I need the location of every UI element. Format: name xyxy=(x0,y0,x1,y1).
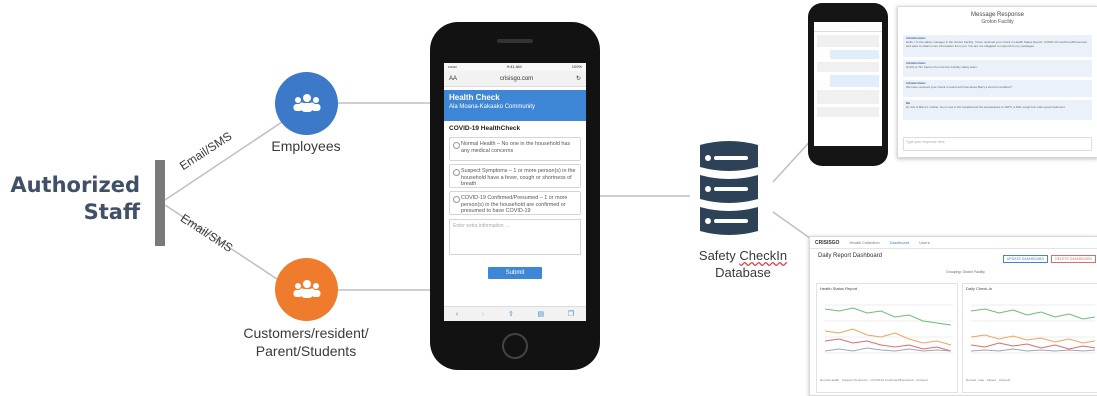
legend-item: COVID-19 Confirmed/Presumed xyxy=(870,378,914,382)
url-bar[interactable]: AA crisisgo.com ↻ xyxy=(444,71,586,87)
message-response-panel: Message Response Groton Facility Adminis… xyxy=(897,6,1097,158)
grouping-filter[interactable]: Grouping: Groton Facility xyxy=(946,270,985,274)
header-title: Health Check xyxy=(449,93,500,102)
panel-title: Daily Check-In xyxy=(966,286,993,291)
status-time: 9:41 AM xyxy=(506,64,522,69)
text-size-button[interactable]: AA xyxy=(449,76,457,82)
update-dashboard-button[interactable]: UPDATE DASHBOARD xyxy=(1002,255,1048,263)
employees-node xyxy=(275,72,338,135)
legend-item: Late xyxy=(978,378,985,382)
legend-item: Normal xyxy=(966,378,976,382)
forward-icon[interactable]: › xyxy=(482,311,484,318)
legend-item: Unreport xyxy=(998,378,1011,382)
url-text: crisisgo.com xyxy=(499,75,534,82)
submit-button[interactable]: Submit xyxy=(488,267,542,279)
grouping-value: Groton Facility xyxy=(962,270,985,274)
nav-item-health-collection[interactable]: Health Collection xyxy=(849,240,879,245)
option-suspect-symptoms[interactable]: Suspect Symptoms – 1 or more person(s) i… xyxy=(449,164,581,188)
database-caption-line1: Safety CheckIn xyxy=(688,247,798,264)
chat-bubble xyxy=(817,90,879,104)
chat-bubble xyxy=(830,50,879,59)
legend-item: Unreport xyxy=(916,378,928,382)
message-text: Hi this is Tim Carson from Groton Facili… xyxy=(906,65,978,69)
small-phone-screen: … xyxy=(814,22,882,146)
employees-label: Employees xyxy=(271,138,341,154)
chat-bubble xyxy=(817,107,879,117)
customers-label-line1: Customers/resident/ xyxy=(243,325,369,341)
health-check-header: Health Check Ala Moana-Kakaako Community xyxy=(444,90,586,121)
group-icon xyxy=(293,279,320,298)
series-late xyxy=(970,334,1096,344)
response-input[interactable]: Type your response here xyxy=(903,137,1092,151)
group-icon xyxy=(293,93,320,112)
message-item: Me Hi, this is Barry's mother. He is now… xyxy=(903,100,1092,120)
status-bar: •••oo 9:41 AM 100% xyxy=(444,63,586,71)
message-text: We have received your check in result an… xyxy=(906,85,1012,89)
section-title: COVID-19 HealthCheck xyxy=(449,125,521,132)
message-text: Hi, this is Barry's mother. He is now in… xyxy=(906,105,1066,109)
chart-legend: Normal Health · Suspect Symptoms · COVID… xyxy=(820,378,928,382)
message-response-subtitle: Groton Facility xyxy=(981,19,1014,25)
message-text: Hello, I'm the safety manager in the Gro… xyxy=(906,40,1087,48)
customers-label-line2: Parent/Students xyxy=(255,343,357,359)
message-item: Administrator Hello, I'm the safety mana… xyxy=(903,35,1092,57)
database-caption: Safety CheckIn Database xyxy=(688,247,798,281)
option-covid-confirmed[interactable]: COVID-19 Confirmed/Presumed – 1 or more … xyxy=(449,191,581,215)
header-subtitle: Ala Moana-Kakaako Community xyxy=(449,104,536,110)
chat-header: … xyxy=(814,22,882,32)
customers-label: Customers/resident/ Parent/Students xyxy=(230,324,382,360)
nav-item-dashboard[interactable]: Dashboard xyxy=(890,240,910,245)
dashboard-logo: CRISISGO xyxy=(815,239,840,246)
legend-item: Absent xyxy=(986,378,997,382)
health-status-panel: Health Status Report Normal Health · Sus… xyxy=(816,283,958,393)
delete-dashboard-button[interactable]: DELETE DASHBOARD xyxy=(1051,255,1096,263)
customers-node xyxy=(275,258,338,321)
database-caption-line2: Database xyxy=(715,265,771,280)
series-unreport xyxy=(970,348,1096,352)
phone-screen: •••oo 9:41 AM 100% AA crisisgo.com ↻ Hea… xyxy=(444,63,586,321)
chat-bubble xyxy=(817,62,879,72)
caption-word-safety: Safety xyxy=(698,248,740,263)
option-normal-health[interactable]: Normal Health – No one in the household … xyxy=(449,137,581,161)
message-item: Administrator Hi this is Tim Carson from… xyxy=(903,60,1092,77)
daily-report-dashboard: CRISISGO Health Collection Dashboard Use… xyxy=(809,236,1097,396)
chart-legend: Normal · Late · Absent · Unreport xyxy=(966,378,1011,382)
browser-toolbar: ‹ › ⇧ ▤ ❐ xyxy=(444,306,586,321)
share-icon[interactable]: ⇧ xyxy=(508,310,514,318)
tabs-icon[interactable]: ❐ xyxy=(568,310,574,318)
daily-checkin-chart xyxy=(970,304,1096,354)
reload-icon[interactable]: ↻ xyxy=(576,75,581,82)
health-status-chart xyxy=(824,304,953,354)
bookmarks-icon[interactable]: ▤ xyxy=(538,310,545,318)
legend-item: Normal Health xyxy=(820,378,840,382)
dashboard-top-nav: CRISISGO Health Collection Dashboard Use… xyxy=(810,237,1097,249)
back-icon[interactable]: ‹ xyxy=(456,311,458,318)
phone-speaker xyxy=(497,39,533,43)
nav-item-users[interactable]: Users xyxy=(919,240,929,245)
database-icon xyxy=(700,141,758,235)
caption-word-checkin: CheckIn xyxy=(739,248,788,263)
panel-title: Health Status Report xyxy=(820,286,858,291)
series-normal xyxy=(970,308,1096,320)
series-unreport xyxy=(824,347,952,352)
chat-bubble xyxy=(830,75,879,87)
battery-indicator: 100% xyxy=(571,64,582,69)
message-item: Administrator We have received your chec… xyxy=(903,80,1092,97)
chat-bubble xyxy=(817,35,879,47)
message-response-title: Message Response xyxy=(970,12,1025,18)
legend-item: Suspect Symptoms xyxy=(841,378,868,382)
series-absent xyxy=(970,342,1096,350)
signal-indicator: •••oo xyxy=(448,64,457,69)
grouping-label: Grouping: xyxy=(946,270,962,274)
home-button[interactable] xyxy=(502,333,528,359)
daily-checkin-panel: Daily Check-In Normal · Late · Absent · … xyxy=(962,283,1097,393)
extra-info-field[interactable]: Enter extra information ... xyxy=(449,219,581,255)
series-normal-health xyxy=(824,307,952,326)
